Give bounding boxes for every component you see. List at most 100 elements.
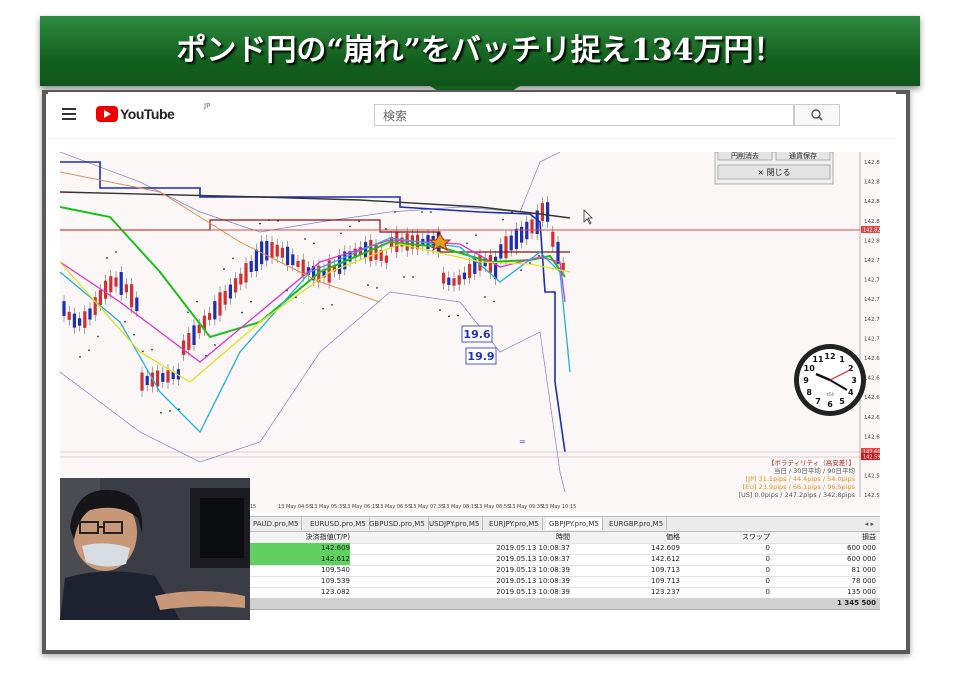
tab-eurjpy[interactable]: EURJPY.pro,M5 [486, 518, 543, 530]
cell-price: 123.237 [651, 588, 680, 596]
candle [561, 262, 565, 270]
menu-icon[interactable] [62, 108, 76, 120]
sar-dot [412, 276, 414, 278]
sar-dot [493, 300, 495, 303]
candle [405, 233, 409, 251]
sar-dot [250, 300, 252, 303]
candle [499, 244, 503, 259]
cell-pl: 600 000 [847, 544, 876, 552]
tab-gbpusd[interactable]: GBPUSD.pro,M5 [366, 518, 429, 530]
price-tick-label: 142.815 [864, 238, 880, 244]
price-tick-label: 142.555 [864, 493, 880, 499]
candle [62, 301, 66, 316]
tab-eurgbp[interactable]: EURGBP.pro,M5 [606, 518, 668, 530]
tab-gbpjpy[interactable]: GBPJPY.pro,M5 [546, 518, 603, 530]
candle [88, 308, 92, 320]
candle [234, 278, 238, 293]
price-tick-label: 142.635 [864, 415, 880, 421]
volatility-jp: [JP] 31.1pips / 44.4pips / 54.0pips [746, 475, 856, 483]
time-tick-label: 13 May 08:15 [443, 504, 477, 510]
search-input[interactable]: 検索 [374, 104, 794, 126]
candle [494, 256, 498, 280]
clock-number: 7 [815, 397, 821, 406]
price-chart-svg: 19.6 19.9 = 円削消去 通貨保存 × 閉じる 142.895142.8… [59, 149, 887, 510]
candle [213, 301, 217, 320]
sar-dot [466, 242, 468, 245]
price-highlight-label: 142.594 [863, 455, 880, 461]
candle [462, 272, 466, 280]
chart-marker-text: = [519, 437, 526, 446]
cell-tp: 123.082 [321, 588, 350, 596]
time-tick-label: 13 May 09:35 [509, 504, 543, 510]
tab-scroll-arrows[interactable]: ◂ ▸ [865, 517, 874, 531]
candle [140, 372, 144, 391]
candle [114, 277, 118, 287]
sar-dot [232, 257, 234, 260]
candle [546, 202, 550, 222]
clock-number: 4 [848, 388, 854, 397]
candle [254, 249, 258, 272]
cell-pl: 600 000 [847, 555, 876, 563]
volatility-panel: 【ボラティリティ（高安差）】 当日 / 30日平均 / 90日平均 [JP] 3… [738, 458, 855, 499]
candle [239, 273, 243, 285]
volatility-sub: 当日 / 30日平均 / 90日平均 [774, 466, 856, 475]
clock-number: 8 [806, 388, 812, 397]
candle [291, 254, 295, 266]
sar-dot [475, 234, 477, 237]
bollinger-bands [59, 151, 566, 493]
search-button[interactable] [794, 104, 840, 126]
candle [130, 284, 134, 308]
candle [218, 292, 222, 316]
cell-tp: 109.540 [321, 566, 350, 574]
price-tick-label: 142.675 [864, 376, 880, 382]
sar-dot [457, 314, 459, 317]
sar-dot [340, 232, 342, 235]
time-tick-label: 13 May 08:55 [476, 504, 510, 510]
sar-dot [358, 220, 360, 223]
tab-eurusd[interactable]: EURUSD.pro,M5 [307, 518, 370, 530]
cell-pl: 81 000 [851, 566, 877, 574]
pips-label-1: 19.6 [463, 328, 490, 341]
sar-dot [403, 276, 405, 278]
tab-paud[interactable]: PAUD.pro,M5 [250, 518, 303, 530]
sar-dot [538, 254, 540, 257]
cell-price: 142.612 [651, 555, 680, 563]
sar-dot [115, 251, 117, 253]
candle [468, 263, 472, 278]
candle [249, 261, 253, 272]
trading-chart[interactable]: 19.6 19.9 = 円削消去 通貨保存 × 閉じる 142.895142.8… [59, 149, 887, 512]
price-tick-label: 142.755 [864, 297, 880, 303]
candle [488, 254, 492, 273]
sar-dot [295, 296, 297, 299]
clear-button-label: 円削消去 [731, 152, 759, 160]
cell-swap: 0 [765, 588, 770, 596]
sar-dot [178, 408, 180, 411]
clock-number: 1 [839, 355, 845, 364]
price-tick-label: 142.735 [864, 317, 880, 323]
cell-pl: 135 000 [847, 588, 876, 596]
sar-dot [106, 257, 108, 259]
cell-price: 142.609 [651, 544, 680, 552]
sar-dot [394, 211, 396, 213]
price-tick-label: 142.875 [864, 180, 880, 186]
candle [67, 311, 71, 320]
cell-swap: 0 [765, 577, 770, 585]
candle [275, 244, 279, 257]
candle [104, 280, 108, 299]
sar-dot [142, 350, 144, 353]
sar-dot [124, 320, 126, 323]
clock-number: 11 [812, 355, 824, 364]
candle [187, 333, 191, 350]
price-tick-label: 142.895 [864, 160, 880, 166]
sar-dot [214, 344, 216, 346]
sar-dot [160, 411, 162, 414]
candle [504, 236, 508, 259]
candle [135, 297, 139, 312]
clock-number: 3 [851, 376, 857, 385]
sar-dot [196, 300, 198, 303]
header-swap: スワップ [742, 533, 770, 541]
tab-usdjpy[interactable]: USDJPY.pro,M5 [426, 518, 484, 530]
cell-tp: 109.539 [321, 577, 350, 585]
time-tick-label: 13 May 06:15 [344, 504, 378, 510]
price-highlight-label: 142.826 [863, 228, 880, 234]
